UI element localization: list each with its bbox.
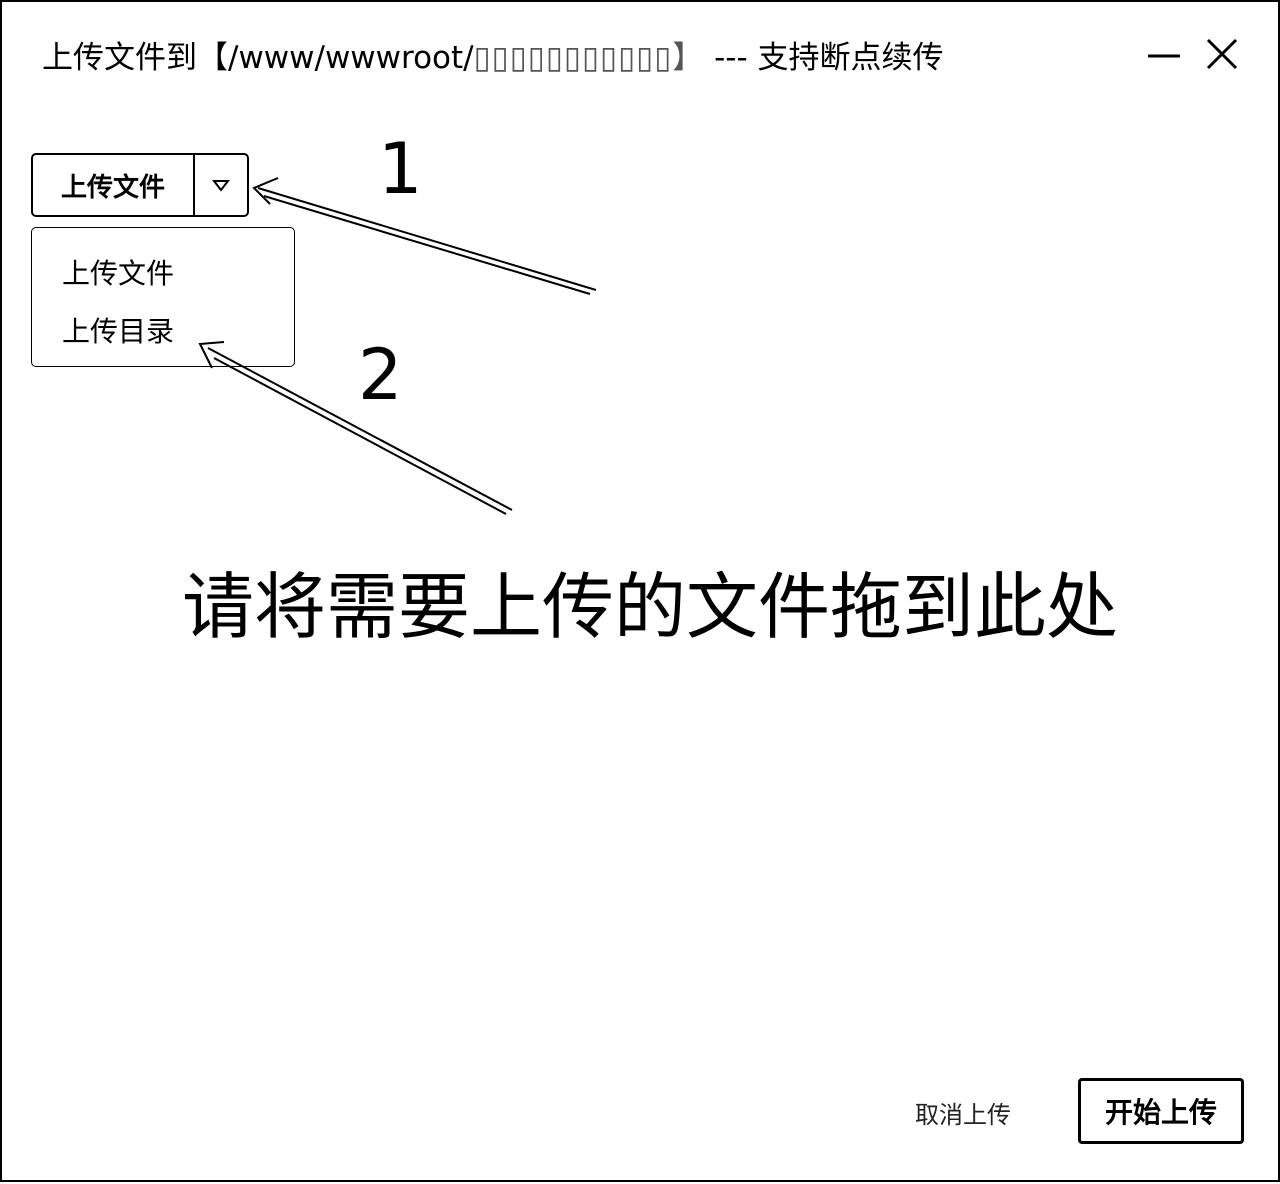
upload-dropdown-toggle[interactable] <box>195 155 247 215</box>
minimize-icon <box>1148 54 1180 58</box>
minimize-button[interactable] <box>1146 36 1182 72</box>
dialog-title: 上传文件到【/www/wwwroot/▯▯▯▯▯▯▯▯▯▯▯】 --- 支持断点… <box>42 32 944 77</box>
callout-number-2: 2 <box>358 334 403 416</box>
title-suffix: --- 支持断点续传 <box>704 40 944 76</box>
start-upload-button[interactable]: 开始上传 <box>1078 1078 1244 1144</box>
callout-number-1: 1 <box>378 128 423 210</box>
upload-dialog: 上传文件到【/www/wwwroot/▯▯▯▯▯▯▯▯▯▯▯】 --- 支持断点… <box>0 0 1280 1182</box>
menu-item-upload-directory[interactable]: 上传目录 <box>62 310 174 350</box>
upload-split-button: 上传文件 <box>31 153 249 217</box>
callout-arrow-1 <box>252 177 597 295</box>
dropzone-hint: 请将需要上传的文件拖到此处 <box>182 565 1119 649</box>
close-icon <box>1206 38 1238 70</box>
menu-item-upload-file[interactable]: 上传文件 <box>62 252 174 292</box>
title-redacted-path: ▯▯▯▯▯▯▯▯▯▯▯】 <box>473 40 705 76</box>
upload-file-button[interactable]: 上传文件 <box>33 155 195 215</box>
caret-down-icon <box>211 180 231 192</box>
upload-dropdown-menu: 上传文件 上传目录 <box>31 227 295 367</box>
cancel-upload-button[interactable]: 取消上传 <box>888 1082 1038 1142</box>
title-text: 上传文件到【/www/wwwroot/ <box>42 40 474 76</box>
callout-arrow-2 <box>198 341 513 515</box>
close-button[interactable] <box>1204 36 1240 72</box>
